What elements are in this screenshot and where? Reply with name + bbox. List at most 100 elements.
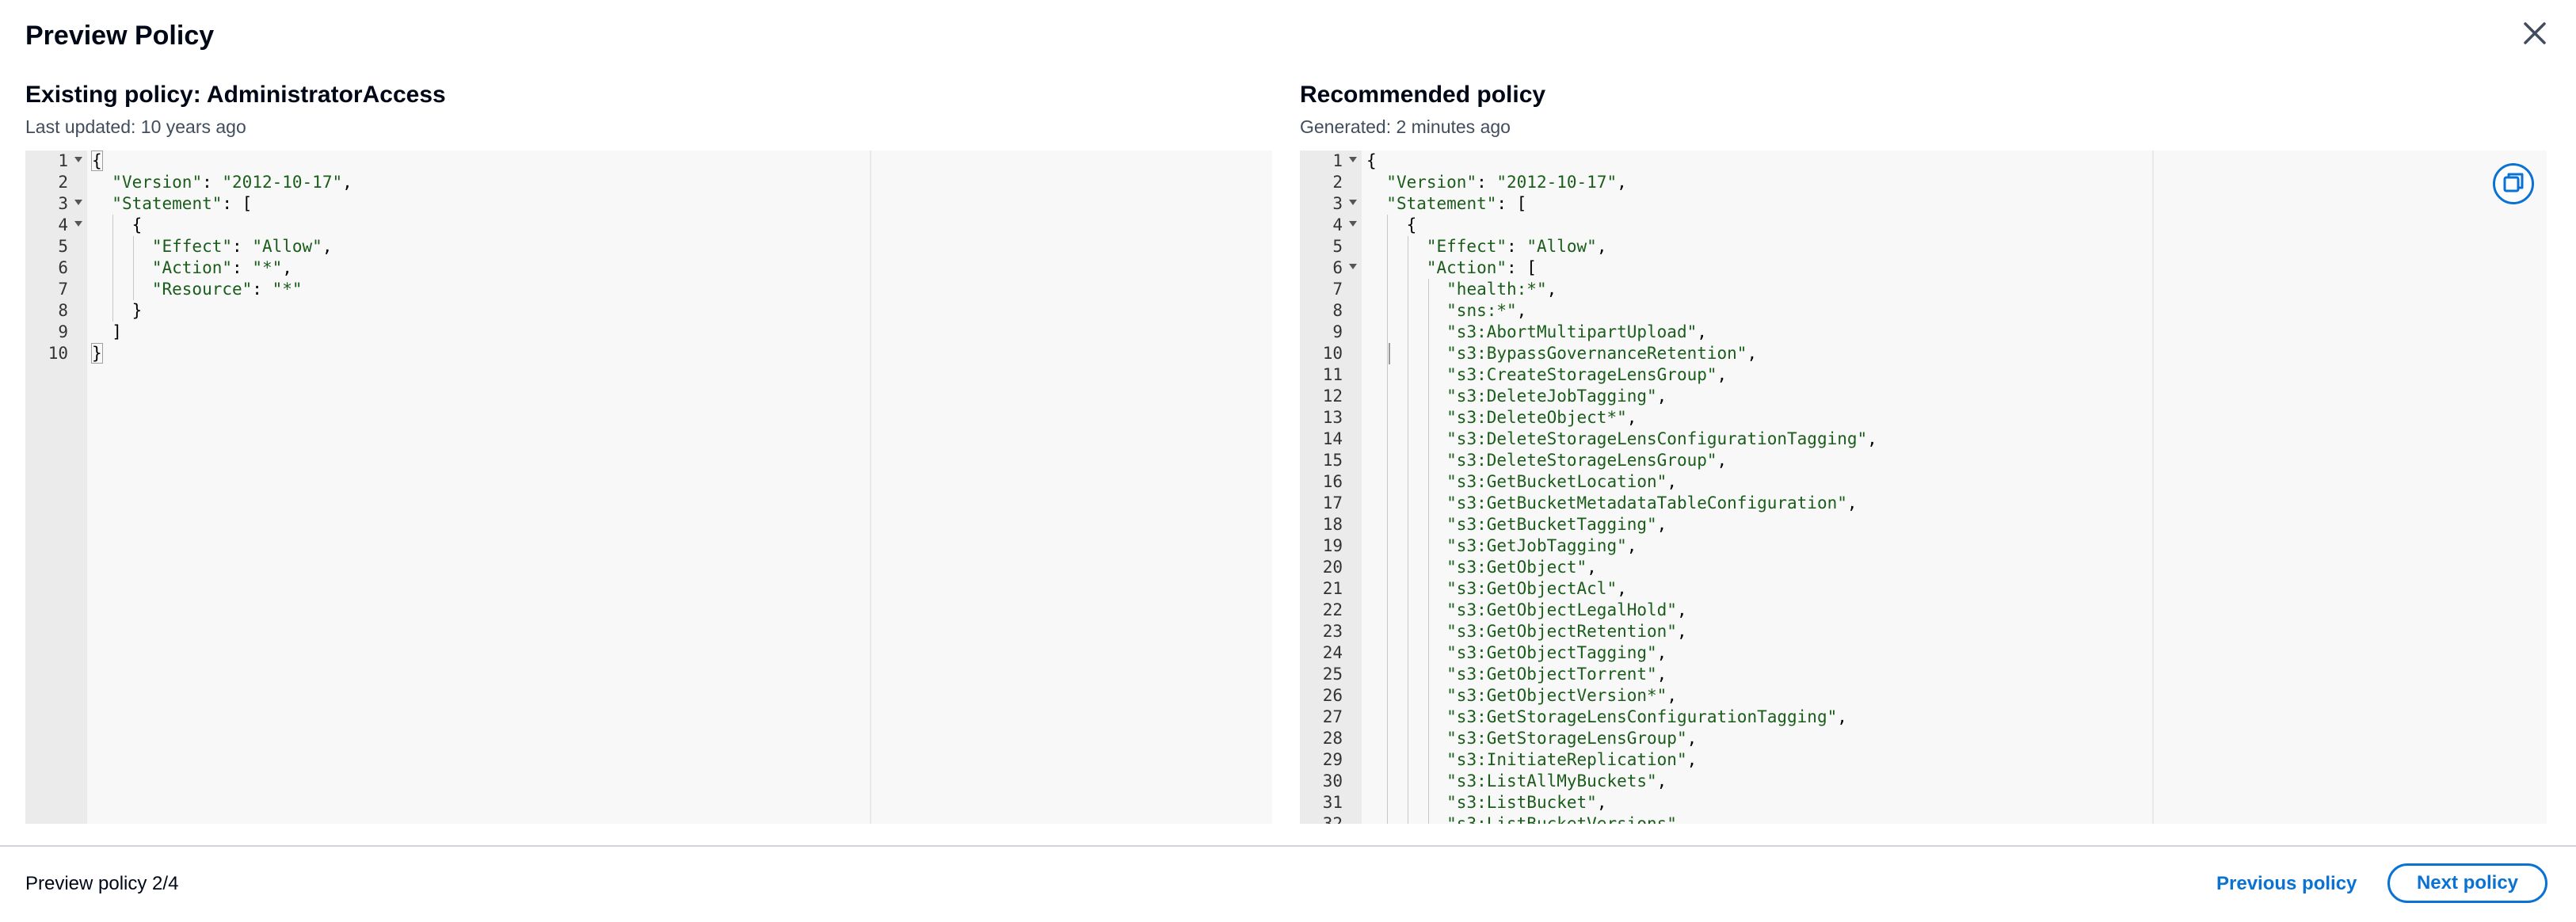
fold-toggle-icon[interactable] [1349, 221, 1357, 227]
line-number: 4 [1300, 215, 1362, 236]
json-punctuation: , [1717, 451, 1728, 470]
line-gutter: 1 2 3 4 5 6 7 8 9 10 11 12 13 14 15 16 17 18 19 20 21 22 23 24 2… [1300, 150, 1362, 824]
line-number-text: 28 [1322, 729, 1343, 748]
line-number: 19 [1300, 535, 1362, 557]
json-string: "sns:*" [1446, 301, 1517, 320]
json-string: "Allow" [1526, 237, 1597, 256]
code-line: } [92, 300, 143, 322]
json-punctuation: : [ [1507, 258, 1537, 277]
json-punctuation: : [ [1496, 194, 1527, 213]
line-number-text: 8 [1332, 301, 1343, 320]
code-line: { [91, 150, 103, 172]
line-number-text: 32 [1322, 814, 1343, 824]
json-string: "s3:GetObjectRetention" [1446, 622, 1677, 641]
json-punctuation: , [1837, 707, 1847, 726]
fold-toggle-icon[interactable] [1349, 264, 1357, 269]
line-number: 10 [1300, 343, 1362, 364]
line-number-text: 29 [1322, 750, 1343, 769]
json-punctuation: : [252, 280, 272, 299]
next-policy-button[interactable]: Next policy [2387, 863, 2547, 903]
code-line: "Action": "*", [92, 257, 292, 279]
line-number-text: 3 [1332, 194, 1343, 213]
code-line: "s3:GetObject", [1366, 557, 1597, 578]
code-line: "s3:GetStorageLensGroup", [1366, 728, 1697, 749]
json-punctuation: , [1596, 237, 1607, 256]
json-punctuation: , [1596, 793, 1607, 812]
fold-toggle-icon[interactable] [74, 221, 82, 227]
line-number-text: 3 [58, 194, 68, 213]
line-number: 3 [25, 193, 87, 215]
recommended-policy-title: Recommended policy [1300, 82, 1546, 108]
json-string: "*" [272, 280, 303, 299]
line-number: 18 [1300, 514, 1362, 535]
json-punctuation: , [1686, 750, 1698, 769]
line-number-text: 6 [58, 258, 68, 277]
print-margin [870, 150, 871, 824]
copy-button[interactable] [2493, 163, 2534, 204]
fold-toggle-icon[interactable] [74, 200, 82, 205]
close-button[interactable] [2517, 16, 2552, 51]
line-number: 26 [1300, 685, 1362, 707]
json-string: "s3:GetStorageLensGroup" [1446, 729, 1687, 748]
json-string: "s3:GetObjectTorrent" [1446, 665, 1657, 684]
json-punctuation: , [1676, 600, 1687, 619]
json-punctuation: , [1697, 322, 1707, 341]
json-punctuation: , [1667, 686, 1677, 705]
code-line: "s3:GetStorageLensConfigurationTagging", [1366, 707, 1847, 728]
preview-status: Preview policy 2/4 [25, 873, 179, 894]
line-number: 17 [1300, 493, 1362, 514]
existing-policy-header: Existing policy: AdministratorAccess Las… [25, 79, 446, 139]
json-string: "Version" [112, 173, 203, 192]
json-punctuation: : [1507, 237, 1527, 256]
line-number-text: 21 [1322, 579, 1343, 598]
footer-divider [0, 845, 2576, 847]
code-line: "health:*", [1366, 279, 1557, 300]
line-number: 4 [25, 215, 87, 236]
recommended-policy-editor[interactable]: 1 2 3 4 5 6 7 8 9 10 11 12 13 14 15 16 17 18 19 20 21 22 23 24 2… [1300, 150, 2547, 824]
code-line: "sns:*", [1366, 300, 1526, 322]
line-number: 6 [25, 257, 87, 279]
json-string: "s3:GetObjectLegalHold" [1446, 600, 1677, 619]
json-string: "s3:BypassGovernanceRetention" [1446, 344, 1747, 363]
line-number-text: 10 [48, 344, 68, 363]
code-line: { [92, 215, 143, 236]
line-number: 7 [25, 279, 87, 300]
line-number: 20 [1300, 557, 1362, 578]
code-line: "Version": "2012-10-17", [92, 172, 352, 193]
code-line: "s3:GetObjectVersion*", [1366, 685, 1677, 707]
fold-toggle-icon[interactable] [1349, 157, 1357, 162]
line-number-text: 7 [1332, 280, 1343, 299]
json-punctuation: : [232, 237, 253, 256]
code-line: "s3:ListAllMyBuckets", [1366, 771, 1667, 792]
code-line: "s3:DeleteStorageLensGroup", [1366, 450, 1727, 471]
line-number: 10 [25, 343, 87, 364]
code-line: "Resource": "*" [92, 279, 303, 300]
code-line: "s3:GetObjectRetention", [1366, 621, 1687, 642]
line-number-text: 23 [1322, 622, 1343, 641]
line-number-text: 15 [1322, 451, 1343, 470]
line-number-text: 26 [1322, 686, 1343, 705]
line-number: 2 [25, 172, 87, 193]
json-punctuation: , [1656, 665, 1667, 684]
json-string: "s3:DeleteJobTagging" [1446, 387, 1657, 406]
line-number: 28 [1300, 728, 1362, 749]
line-number-text: 18 [1322, 515, 1343, 534]
code-line: "s3:GetObjectLegalHold", [1366, 600, 1687, 621]
line-number-text: 13 [1322, 408, 1343, 427]
fold-toggle-icon[interactable] [1349, 200, 1357, 205]
line-number: 29 [1300, 749, 1362, 771]
existing-policy-editor[interactable]: 1 2 3 4 5 6 7 8 9 10 { "Version": "2012-10-17", "… [25, 150, 1272, 824]
line-number-text: 31 [1322, 793, 1343, 812]
json-punctuation: { [131, 215, 143, 234]
line-number-text: 4 [1332, 215, 1343, 234]
fold-toggle-icon[interactable] [74, 157, 82, 162]
json-punctuation: , [1676, 622, 1687, 641]
previous-policy-button[interactable]: Previous policy [2216, 871, 2357, 897]
json-punctuation: , [322, 237, 333, 256]
modal-title: Preview Policy [25, 21, 215, 51]
json-string: "s3:DeleteStorageLensConfigurationTaggin… [1446, 429, 1868, 448]
json-string: "s3:GetObject" [1446, 558, 1587, 577]
json-string: "s3:CreateStorageLensGroup" [1446, 365, 1717, 384]
code-line: "s3:ListBucket", [1366, 792, 1606, 813]
json-string: "s3:ListAllMyBuckets" [1446, 772, 1657, 791]
